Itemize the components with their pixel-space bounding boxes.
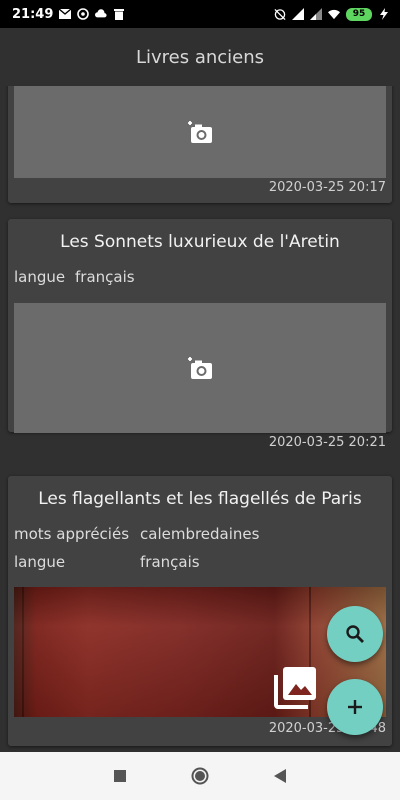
- photo-placeholder[interactable]: [14, 86, 386, 178]
- photo-placeholder[interactable]: [14, 303, 386, 433]
- alarm-off-icon: [274, 8, 286, 20]
- book-title: Les Sonnets luxurieux de l'Aretin: [60, 232, 340, 252]
- field-row: langue français: [8, 548, 392, 576]
- field-key: langue: [14, 553, 66, 571]
- search-icon: [346, 625, 364, 643]
- book-card[interactable]: 2020-03-25 20:17: [8, 86, 392, 203]
- charging-icon: [378, 8, 390, 20]
- status-bar: 21:49 95: [0, 0, 400, 28]
- add-photo-icon: [188, 357, 212, 379]
- gallery-icon[interactable]: [274, 665, 318, 709]
- book-title: Les flagellants et les flagellés de Pari…: [38, 489, 362, 509]
- add-icon: [348, 700, 362, 714]
- signal-icon: [292, 8, 304, 20]
- system-nav-bar: [0, 752, 400, 800]
- field-value: calembredaines: [140, 525, 260, 543]
- back-triangle-icon: [274, 769, 286, 783]
- back-button[interactable]: [260, 756, 300, 796]
- app-bar: Livres anciens: [0, 28, 400, 86]
- book-card[interactable]: Les Sonnets luxurieux de l'Aretin langue…: [8, 219, 392, 450]
- add-button[interactable]: [327, 679, 383, 735]
- field-value: français: [75, 268, 135, 286]
- status-time: 21:49: [12, 6, 54, 22]
- gmail-icon: [59, 8, 72, 20]
- field-key: langue: [14, 268, 66, 286]
- home-circle-icon: [191, 767, 209, 785]
- field-key: mots appréciés: [14, 525, 130, 543]
- field-row: mots appréciés calembredaines: [8, 520, 392, 548]
- timestamp: 2020-03-25 20:17: [268, 180, 386, 195]
- home-button[interactable]: [180, 756, 220, 796]
- page-title: Livres anciens: [135, 46, 265, 68]
- status-left: 21:49: [12, 7, 125, 22]
- timestamp: 2020-03-25 20:21: [268, 435, 386, 450]
- sync-icon: [77, 8, 90, 20]
- trash-icon: [113, 8, 125, 20]
- recents-button[interactable]: [100, 756, 140, 796]
- wifi-icon: [328, 8, 340, 20]
- field-row: langue français: [8, 263, 392, 291]
- signal-icon: [310, 8, 322, 20]
- add-photo-icon: [188, 121, 212, 143]
- status-right: 95: [274, 7, 390, 21]
- field-value: français: [140, 553, 200, 571]
- search-button[interactable]: [327, 606, 383, 662]
- battery-indicator: 95: [346, 7, 372, 21]
- cloud-icon: [95, 8, 107, 20]
- recents-square-icon: [114, 770, 126, 782]
